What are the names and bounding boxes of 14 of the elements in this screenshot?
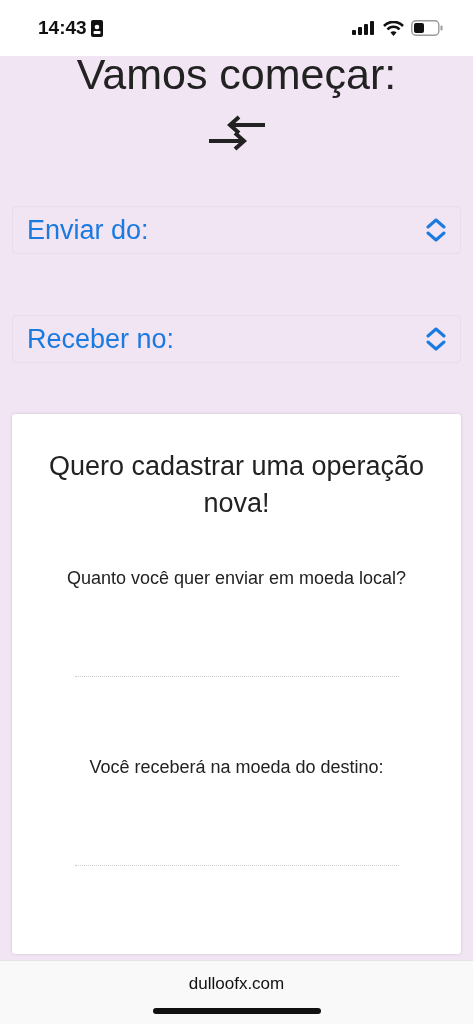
dropdown-select[interactable]: Receber no:: [12, 315, 461, 363]
field-label: Você receberá na moeda do destino:: [88, 757, 385, 778]
field-label: Quanto você quer enviar em moeda local?: [65, 568, 408, 589]
chevron-up-down-icon: [426, 327, 446, 351]
battery-icon: [411, 20, 443, 36]
dropdown-select[interactable]: Enviar do:: [12, 206, 461, 254]
swap-arrows-icon: [207, 114, 266, 152]
status-time: 14:43: [38, 17, 87, 39]
badge-icon: [90, 19, 103, 37]
wifi-icon: [383, 20, 404, 36]
signal-icon: [352, 21, 376, 35]
chevron-up-down-icon: [426, 218, 446, 242]
card-title: Quero cadastrar uma operação nova!: [47, 450, 426, 520]
url-text: dulloofx.com: [188, 974, 285, 994]
